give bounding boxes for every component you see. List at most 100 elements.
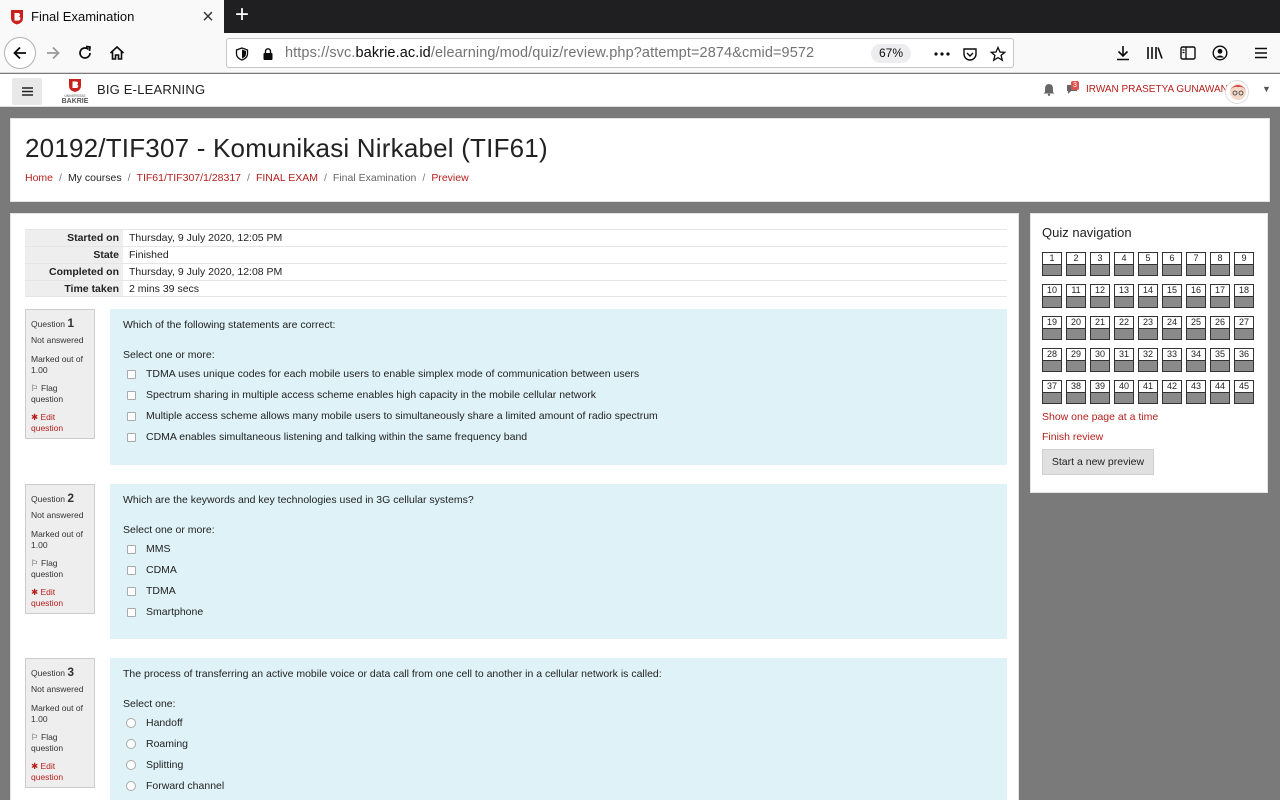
quiz-nav-button[interactable]: 19 xyxy=(1042,316,1062,340)
finish-review-link[interactable]: Finish review xyxy=(1042,431,1103,443)
quiz-nav-button[interactable]: 15 xyxy=(1162,284,1182,308)
quiz-nav-button[interactable]: 43 xyxy=(1186,380,1206,404)
flag-question-link[interactable]: ⚐ Flag question xyxy=(31,383,89,406)
quiz-nav-button[interactable]: 18 xyxy=(1234,284,1254,308)
quiz-nav-button[interactable]: 41 xyxy=(1138,380,1158,404)
quiz-nav-button[interactable]: 45 xyxy=(1234,380,1254,404)
quiz-nav-button[interactable]: 40 xyxy=(1114,380,1134,404)
url-text[interactable]: https://svc.bakrie.ac.id/elearning/mod/q… xyxy=(285,45,814,61)
quiz-nav-button[interactable]: 36 xyxy=(1234,348,1254,372)
quiz-nav-button[interactable]: 27 xyxy=(1234,316,1254,340)
pocket-icon[interactable] xyxy=(961,45,979,63)
quiz-nav-button[interactable]: 21 xyxy=(1090,316,1110,340)
quiz-nav-button[interactable]: 11 xyxy=(1066,284,1086,308)
quiz-nav-button[interactable]: 24 xyxy=(1162,316,1182,340)
more-actions-icon[interactable] xyxy=(933,45,951,63)
quiz-nav-button[interactable]: 29 xyxy=(1066,348,1086,372)
edit-question-link[interactable]: ✱ Edit question xyxy=(31,587,89,610)
answer-checkbox[interactable] xyxy=(127,586,136,596)
quiz-nav-button[interactable]: 13 xyxy=(1114,284,1134,308)
quiz-nav-button[interactable]: 33 xyxy=(1162,348,1182,372)
breadcrumb-quiz[interactable]: Final Examination xyxy=(333,172,416,184)
answer-option[interactable]: Handoff xyxy=(123,716,994,731)
flag-question-link[interactable]: ⚐ Flag question xyxy=(31,732,89,755)
answer-option[interactable]: MMS xyxy=(123,542,994,557)
answer-checkbox[interactable] xyxy=(127,432,136,442)
breadcrumb-section[interactable]: FINAL EXAM xyxy=(256,172,318,184)
answer-option[interactable]: CDMA enables simultaneous listening and … xyxy=(123,430,994,445)
quiz-nav-button[interactable]: 26 xyxy=(1210,316,1230,340)
answer-radio[interactable] xyxy=(126,781,136,792)
back-button[interactable] xyxy=(4,37,36,69)
quiz-nav-button[interactable]: 32 xyxy=(1138,348,1158,372)
zoom-level-badge[interactable]: 67% xyxy=(871,44,912,63)
reload-button[interactable] xyxy=(70,39,100,67)
user-name[interactable]: IRWAN PRASETYA GUNAWAN xyxy=(1086,84,1228,95)
user-menu-caret-icon[interactable]: ▼ xyxy=(1262,84,1271,94)
answer-option[interactable]: Forward channel xyxy=(123,779,994,794)
quiz-nav-button[interactable]: 23 xyxy=(1138,316,1158,340)
quiz-nav-button[interactable]: 20 xyxy=(1066,316,1086,340)
quiz-nav-button[interactable]: 34 xyxy=(1186,348,1206,372)
quiz-nav-button[interactable]: 12 xyxy=(1090,284,1110,308)
answer-option[interactable]: TDMA xyxy=(123,584,994,599)
answer-option[interactable]: Splitting xyxy=(123,758,994,773)
quiz-nav-button[interactable]: 2 xyxy=(1066,252,1086,276)
quiz-nav-button[interactable]: 6 xyxy=(1162,252,1182,276)
answer-option[interactable]: CDMA xyxy=(123,563,994,578)
quiz-nav-button[interactable]: 7 xyxy=(1186,252,1206,276)
breadcrumb-home[interactable]: Home xyxy=(25,172,53,184)
lock-icon[interactable] xyxy=(259,45,277,63)
url-bar[interactable]: https://svc.bakrie.ac.id/elearning/mod/q… xyxy=(226,38,1014,68)
quiz-nav-button[interactable]: 9 xyxy=(1234,252,1254,276)
forward-button[interactable] xyxy=(38,39,68,67)
breadcrumb-course[interactable]: TIF61/TIF307/1/28317 xyxy=(137,172,241,184)
library-button[interactable] xyxy=(1140,39,1170,67)
quiz-nav-button[interactable]: 4 xyxy=(1114,252,1134,276)
user-avatar[interactable] xyxy=(1225,80,1249,104)
quiz-nav-button[interactable]: 38 xyxy=(1066,380,1086,404)
quiz-nav-button[interactable]: 31 xyxy=(1114,348,1134,372)
new-tab-button[interactable]: + xyxy=(229,3,255,28)
menu-button[interactable] xyxy=(1246,39,1276,67)
answer-checkbox[interactable] xyxy=(127,369,136,379)
quiz-nav-button[interactable]: 30 xyxy=(1090,348,1110,372)
quiz-nav-button[interactable]: 42 xyxy=(1162,380,1182,404)
close-tab-icon[interactable]: × xyxy=(196,7,220,27)
answer-checkbox[interactable] xyxy=(127,390,136,400)
sidebar-button[interactable] xyxy=(1173,39,1203,67)
answer-checkbox[interactable] xyxy=(127,544,136,554)
flag-question-link[interactable]: ⚐ Flag question xyxy=(31,558,89,581)
edit-question-link[interactable]: ✱ Edit question xyxy=(31,412,89,435)
bookmark-star-icon[interactable] xyxy=(989,45,1007,63)
answer-option[interactable]: Multiple access scheme allows many mobil… xyxy=(123,409,994,424)
show-one-page-link[interactable]: Show one page at a time xyxy=(1042,411,1158,423)
quiz-nav-button[interactable]: 8 xyxy=(1210,252,1230,276)
edit-question-link[interactable]: ✱ Edit question xyxy=(31,761,89,784)
quiz-nav-button[interactable]: 14 xyxy=(1138,284,1158,308)
quiz-nav-button[interactable]: 5 xyxy=(1138,252,1158,276)
answer-checkbox[interactable] xyxy=(127,565,136,575)
answer-radio[interactable] xyxy=(126,760,136,771)
breadcrumb-my-courses[interactable]: My courses xyxy=(68,172,122,184)
answer-option[interactable]: Smartphone xyxy=(123,605,994,620)
quiz-nav-button[interactable]: 35 xyxy=(1210,348,1230,372)
answer-checkbox[interactable] xyxy=(127,411,136,421)
notifications-bell-icon[interactable] xyxy=(1043,83,1055,101)
account-button[interactable] xyxy=(1205,39,1235,67)
browser-tab[interactable]: Final Examination × xyxy=(0,0,224,33)
shield-icon[interactable] xyxy=(233,45,251,63)
site-name[interactable]: BIG E-LEARNING xyxy=(97,82,205,97)
breadcrumb-preview[interactable]: Preview xyxy=(431,172,468,184)
answer-checkbox[interactable] xyxy=(127,607,136,617)
start-new-preview-button[interactable]: Start a new preview xyxy=(1042,449,1154,475)
nav-drawer-toggle[interactable] xyxy=(12,78,42,105)
quiz-nav-button[interactable]: 39 xyxy=(1090,380,1110,404)
quiz-nav-button[interactable]: 16 xyxy=(1186,284,1206,308)
answer-option[interactable]: Spectrum sharing in multiple access sche… xyxy=(123,388,994,403)
quiz-nav-button[interactable]: 37 xyxy=(1042,380,1062,404)
quiz-nav-button[interactable]: 44 xyxy=(1210,380,1230,404)
quiz-nav-button[interactable]: 3 xyxy=(1090,252,1110,276)
answer-option[interactable]: Roaming xyxy=(123,737,994,752)
downloads-button[interactable] xyxy=(1108,39,1138,67)
